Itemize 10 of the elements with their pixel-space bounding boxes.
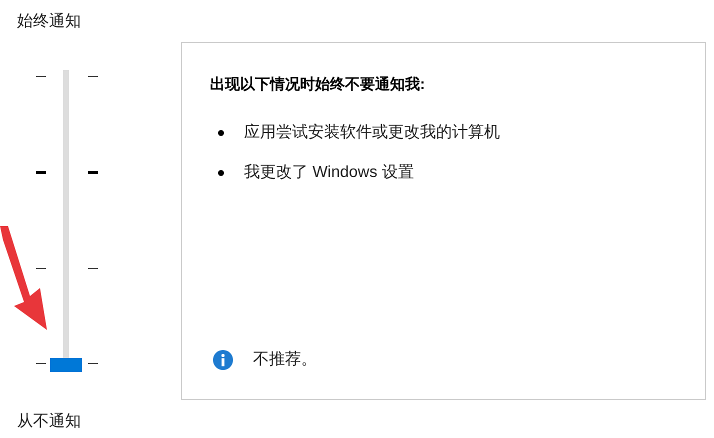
warning-note: 不推荐。 xyxy=(253,350,317,370)
bullet-text: 我更改了 Windows 设置 xyxy=(244,163,414,183)
slider-bottom-label: 从不通知 xyxy=(17,413,81,430)
slider-top-label: 始终通知 xyxy=(17,13,81,30)
panel-title: 出现以下情况时始终不要通知我: xyxy=(210,76,425,93)
slider-thumb[interactable] xyxy=(50,358,82,372)
info-icon xyxy=(213,350,233,370)
bullet-icon xyxy=(218,170,224,176)
bullet-text: 应用尝试安装软件或更改我的计算机 xyxy=(244,123,500,143)
bullet-icon xyxy=(218,130,224,136)
